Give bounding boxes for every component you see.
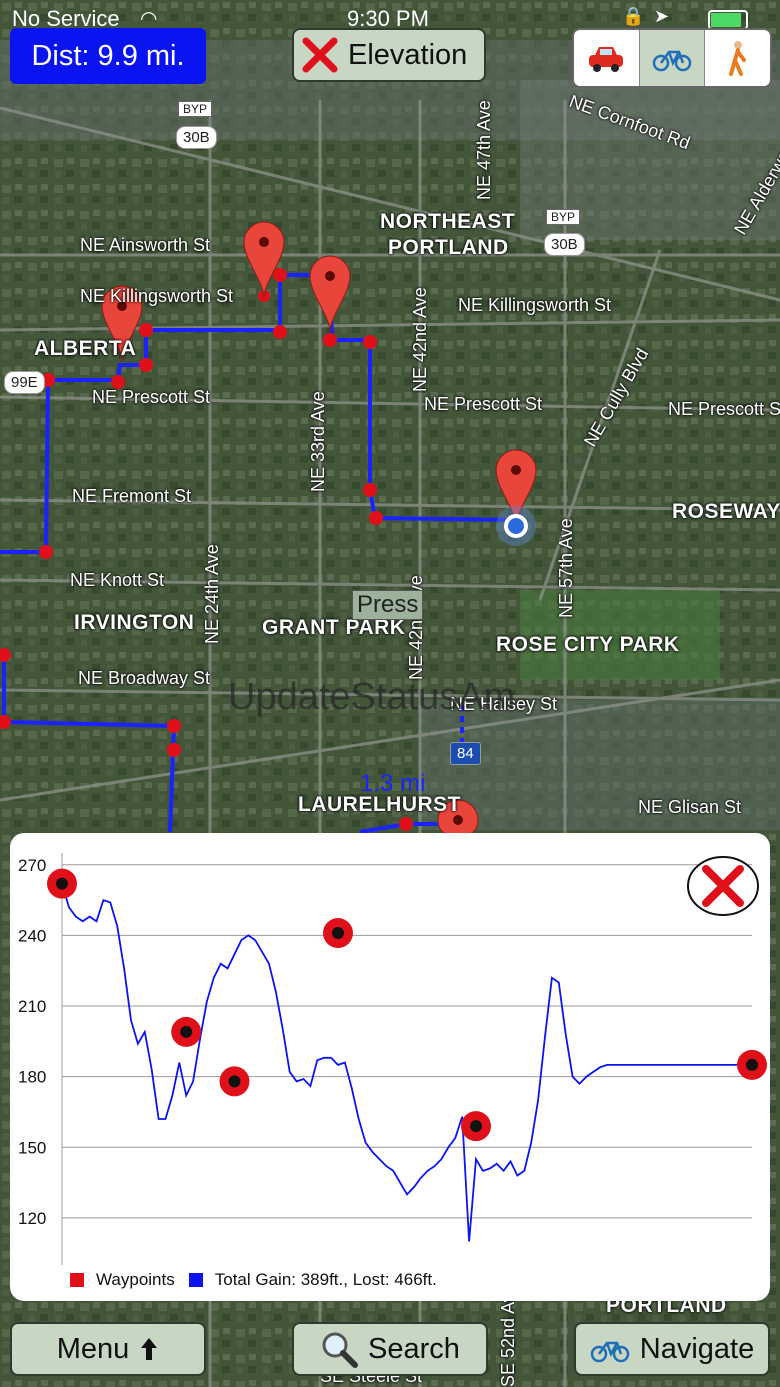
neighborhood-label: NORTHEAST [380, 210, 516, 233]
neighborhood-label: PORTLAND [388, 236, 509, 259]
route-shield: 30B [544, 233, 585, 256]
waypoint-legend-swatch [70, 1273, 84, 1287]
navigate-button[interactable]: Navigate [574, 1322, 770, 1376]
menu-button[interactable]: Menu [10, 1322, 206, 1376]
close-x-icon [302, 37, 338, 73]
search-label: Search [368, 1332, 460, 1365]
interstate-shield: 84 [450, 742, 481, 765]
neighborhood-label: IRVINGTON [74, 611, 195, 634]
waypoint-marker-center [56, 877, 68, 890]
arrow-up-icon [141, 1338, 158, 1360]
mode-bike-button[interactable] [638, 30, 705, 86]
street-label: NE 33rd Ave [308, 391, 328, 492]
bypass-sign: BYP [546, 209, 581, 225]
street-label: NE Knott St [70, 570, 165, 590]
y-tick-label: 210 [18, 997, 46, 1016]
distance-button[interactable]: Dist: 9.9 mi. [10, 28, 206, 84]
legend-gain-label: Total Gain: 389ft., Lost: 466ft. [214, 1270, 437, 1289]
street-label: NE Killingsworth St [458, 295, 612, 315]
street-label: NE Broadway St [78, 668, 211, 688]
bicycle-icon [652, 50, 692, 72]
location-arrow-icon: ➤ [654, 6, 670, 26]
lock-rotation-icon: 🔒 [622, 6, 645, 26]
street-label: NE 57th Ave [556, 518, 576, 618]
elevation-chart: 120 150 180 210 240 270 [18, 853, 767, 1265]
y-tick-label: 180 [18, 1068, 46, 1087]
neighborhood-label: ROSE CITY PARK [496, 633, 680, 656]
street-label: NE 24th Ave [202, 544, 222, 644]
street-label: NE Fremont St [72, 486, 192, 506]
navigate-label: Navigate [639, 1332, 755, 1365]
route-shield: 30B [176, 126, 217, 149]
bypass-sign: BYP [178, 101, 213, 117]
pedestrian-icon [728, 41, 746, 76]
segment-distance-label: 1.3 mi [360, 770, 426, 797]
waypoint-marker-center [746, 1058, 758, 1071]
street-label: NE 47th Ave [474, 100, 494, 200]
street-label: NE 42nd Ave [410, 287, 430, 392]
close-panel-button[interactable] [686, 855, 760, 917]
search-button[interactable]: Search [292, 1322, 488, 1376]
street-label: NE Prescott St [424, 394, 543, 414]
y-tick-label: 120 [18, 1209, 46, 1228]
car-icon [589, 47, 624, 72]
travel-mode-selector[interactable] [572, 28, 772, 88]
waypoint-marker-center [228, 1075, 241, 1088]
gain-legend-swatch [188, 1273, 203, 1287]
street-label: NE Prescott St [92, 387, 211, 407]
press-callout[interactable]: Press [352, 590, 424, 620]
waypoint-marker-center [470, 1120, 482, 1133]
street-label: NE Glisan St [638, 797, 742, 817]
chart-legend: Waypoints Total Gain: 389ft., Lost: 466f… [70, 1270, 437, 1290]
waypoint-marker-center [332, 927, 344, 940]
waypoint-marker-center [180, 1025, 193, 1038]
elevation-toggle-button[interactable]: Elevation [292, 28, 486, 82]
mode-walk-button[interactable] [704, 30, 770, 86]
route-shield: 99E [4, 371, 45, 394]
legend-waypoints-label: Waypoints [96, 1270, 175, 1289]
battery-icon [708, 10, 748, 30]
menu-label: Menu [56, 1332, 130, 1365]
search-icon [322, 1332, 359, 1368]
mode-car-button[interactable] [574, 30, 639, 86]
neighborhood-label: ROSEWAY [672, 500, 780, 523]
y-tick-label: 240 [18, 926, 46, 945]
bicycle-icon [590, 1341, 630, 1363]
street-label: NE Prescott St [668, 399, 780, 419]
street-label: NE Killingsworth St [80, 286, 234, 306]
elevation-label: Elevation [348, 38, 468, 71]
neighborhood-label: ALBERTA [34, 337, 137, 360]
elevation-line [61, 883, 752, 1242]
y-tick-label: 270 [18, 856, 46, 875]
y-tick-label: 150 [18, 1138, 46, 1157]
street-label: NE Ainsworth St [80, 235, 211, 255]
status-overlay-text: UpdateStatusAm [228, 676, 516, 718]
